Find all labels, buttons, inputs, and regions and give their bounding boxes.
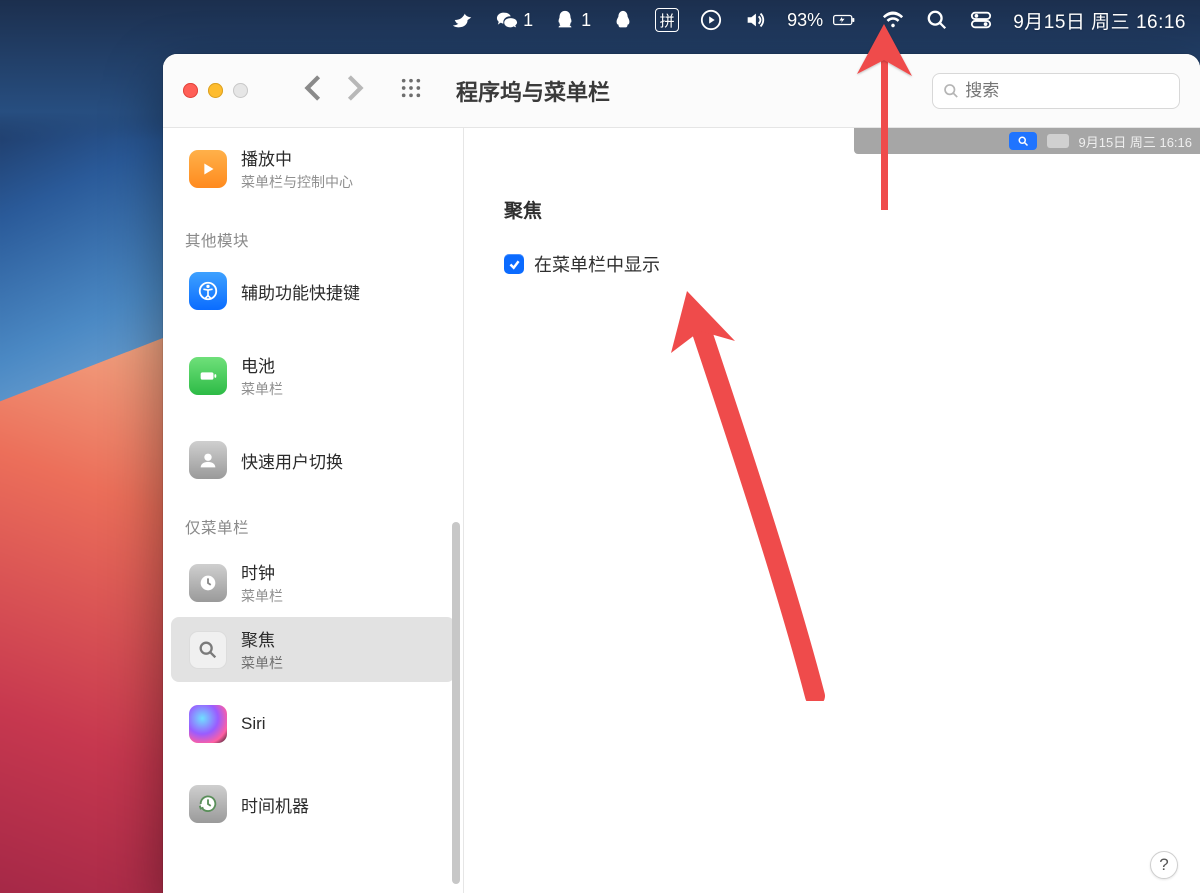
sidebar-item-sublabel: 菜单栏	[241, 653, 283, 673]
checkbox-label: 在菜单栏中显示	[534, 251, 660, 277]
macos-menubar: 1 1 拼 93% 9月15日 周三 16:16	[0, 0, 1200, 40]
menubar-control-center-icon[interactable]	[969, 8, 993, 32]
time-machine-icon	[189, 785, 227, 823]
sidebar-item-sublabel: 菜单栏	[241, 379, 283, 399]
qq-badge: 1	[581, 10, 591, 31]
sidebar-item-label: 电池	[241, 352, 283, 377]
preview-spotlight-icon	[1009, 132, 1037, 150]
sidebar-item-label: 时间机器	[241, 792, 309, 817]
spotlight-icon	[189, 631, 227, 669]
preview-control-center-icon	[1047, 134, 1069, 148]
menubar-penguin-icon[interactable]	[611, 8, 635, 32]
window-title: 程序坞与菜单栏	[456, 75, 610, 107]
sidebar-section-menubar-only: 仅菜单栏	[163, 490, 463, 548]
search-input[interactable]	[965, 81, 1169, 101]
menubar-wechat-icon[interactable]: 1	[495, 8, 533, 32]
detail-title: 聚焦	[504, 196, 1160, 223]
clock-icon	[189, 564, 227, 602]
sidebar-item-label: 聚焦	[241, 626, 283, 651]
menubar-wifi-icon[interactable]	[881, 8, 905, 32]
detail-pane: 9月15日 周三 16:16 聚焦 在菜单栏中显示 ?	[464, 128, 1200, 893]
preview-datetime: 9月15日 周三 16:16	[1079, 132, 1192, 151]
sidebar-item-time-machine[interactable]: 时间机器	[171, 776, 455, 832]
sidebar-item-clock[interactable]: 时钟 菜单栏	[171, 550, 455, 615]
menubar-spotlight-icon[interactable]	[925, 8, 949, 32]
user-switch-icon	[189, 441, 227, 479]
sidebar-scrollbar[interactable]	[452, 522, 460, 884]
sidebar: 播放中 菜单栏与控制中心 其他模块 辅助功能快捷键	[163, 128, 464, 893]
close-button[interactable]	[183, 83, 198, 98]
sidebar-item-spotlight[interactable]: 聚焦 菜单栏	[171, 617, 455, 682]
wechat-badge: 1	[523, 10, 533, 31]
help-button[interactable]: ?	[1150, 851, 1178, 879]
nav-forward-button	[346, 74, 364, 107]
sidebar-item-now-playing[interactable]: 播放中 菜单栏与控制中心	[171, 136, 455, 201]
window-toolbar: 程序坞与菜单栏	[163, 54, 1200, 128]
sidebar-item-battery[interactable]: 电池 菜单栏	[171, 343, 455, 408]
sidebar-item-label: 辅助功能快捷键	[241, 279, 360, 304]
window-traffic-lights	[183, 83, 248, 98]
battery-percent: 93%	[787, 10, 823, 31]
menubar-battery[interactable]: 93%	[787, 8, 861, 32]
sidebar-item-accessibility[interactable]: 辅助功能快捷键	[171, 263, 455, 319]
sidebar-item-fast-user[interactable]: 快速用户切换	[171, 432, 455, 488]
system-preferences-window: 程序坞与菜单栏 播放中 菜单栏与控制中心 其他模块	[163, 54, 1200, 893]
sidebar-item-label: 时钟	[241, 559, 283, 584]
minimize-button[interactable]	[208, 83, 223, 98]
show-in-menubar-checkbox[interactable]	[504, 254, 524, 274]
sidebar-item-label: Siri	[241, 714, 266, 734]
menubar-preview: 9月15日 周三 16:16	[854, 128, 1200, 154]
menubar-volume-icon[interactable]	[743, 8, 767, 32]
nav-back-button[interactable]	[304, 74, 322, 107]
sidebar-section-other: 其他模块	[163, 203, 463, 261]
zoom-button	[233, 83, 248, 98]
sidebar-item-label: 快速用户切换	[241, 448, 343, 473]
menubar-pinyin-icon[interactable]: 拼	[655, 8, 679, 32]
sidebar-item-sublabel: 菜单栏	[241, 586, 283, 606]
menubar-datetime[interactable]: 9月15日 周三 16:16	[1013, 7, 1186, 34]
battery-icon	[189, 357, 227, 395]
now-playing-icon	[189, 150, 227, 188]
siri-icon	[189, 705, 227, 743]
menubar-qq-icon[interactable]: 1	[553, 8, 591, 32]
sidebar-item-sublabel: 菜单栏与控制中心	[241, 172, 353, 192]
menubar-bird-icon[interactable]	[451, 8, 475, 32]
search-icon	[943, 82, 959, 100]
sidebar-item-siri[interactable]: Siri	[171, 696, 455, 752]
search-field[interactable]	[932, 73, 1180, 109]
show-all-button[interactable]	[400, 77, 422, 104]
accessibility-icon	[189, 272, 227, 310]
sidebar-item-label: 播放中	[241, 145, 353, 170]
menubar-play-icon[interactable]	[699, 8, 723, 32]
